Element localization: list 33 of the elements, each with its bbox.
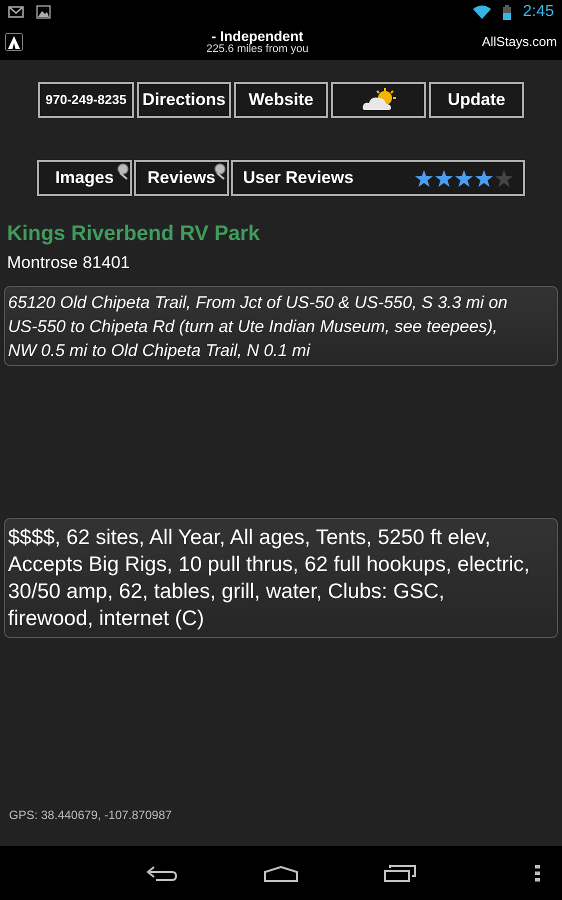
star-icon [435,170,453,186]
recent-apps-icon[interactable] [384,864,416,882]
action-button[interactable]: 970-249-8235 [38,82,134,118]
overflow-menu-icon[interactable] [535,865,540,882]
star-icon [415,170,433,186]
park-city: Montrose 81401 [7,252,131,274]
gps-coordinates: GPS: 38.440679, -107.870987 [9,807,173,824]
image-icon [36,5,51,19]
weather-icon [360,88,396,112]
star-icon [475,170,493,186]
site-link[interactable]: AllStays.com [482,32,557,52]
user-reviews-button[interactable]: User Reviews [231,160,525,196]
search-tab-button[interactable]: Images [37,160,132,196]
search-tab-button[interactable]: Reviews [134,160,229,196]
app-title: - Independent [212,29,304,43]
magnifier-icon [115,163,129,180]
battery-icon [502,4,511,20]
back-icon[interactable] [146,865,178,881]
star-icon [495,170,513,186]
weather-button[interactable] [331,82,426,118]
action-button[interactable]: Update [429,82,524,118]
star-icon [455,170,473,186]
directions-panel: 65120 Old Chipeta Trail, From Jct of US-50 & US-550, S 3.3 mi on US-550 to Chipeta Rd (turn at Ute Indian Museum, see teepees), NW 0.5 mi to Old Chipeta Trail, N 0.1 mi [4,286,558,366]
action-button[interactable]: Directions [137,82,231,118]
mail-icon [8,6,24,18]
tent-icon[interactable] [5,33,23,51]
home-icon[interactable] [264,866,298,882]
distance-subtitle: 225.6 miles from you [206,44,308,55]
park-name: Kings Riverbend RV Park [7,221,261,247]
wifi-icon [472,5,491,19]
action-button[interactable]: Website [234,82,328,118]
clock-time: 2:45 [522,2,554,22]
details-panel: $$$$, 62 sites, All Year, All ages, Tents, 5250 ft elev, Accepts Big Rigs, 10 pull thrus, 62 full hookups, electric, 30/50 amp, 62, tables, grill, water, Clubs: GSC, firewood, internet (C) [4,518,558,638]
